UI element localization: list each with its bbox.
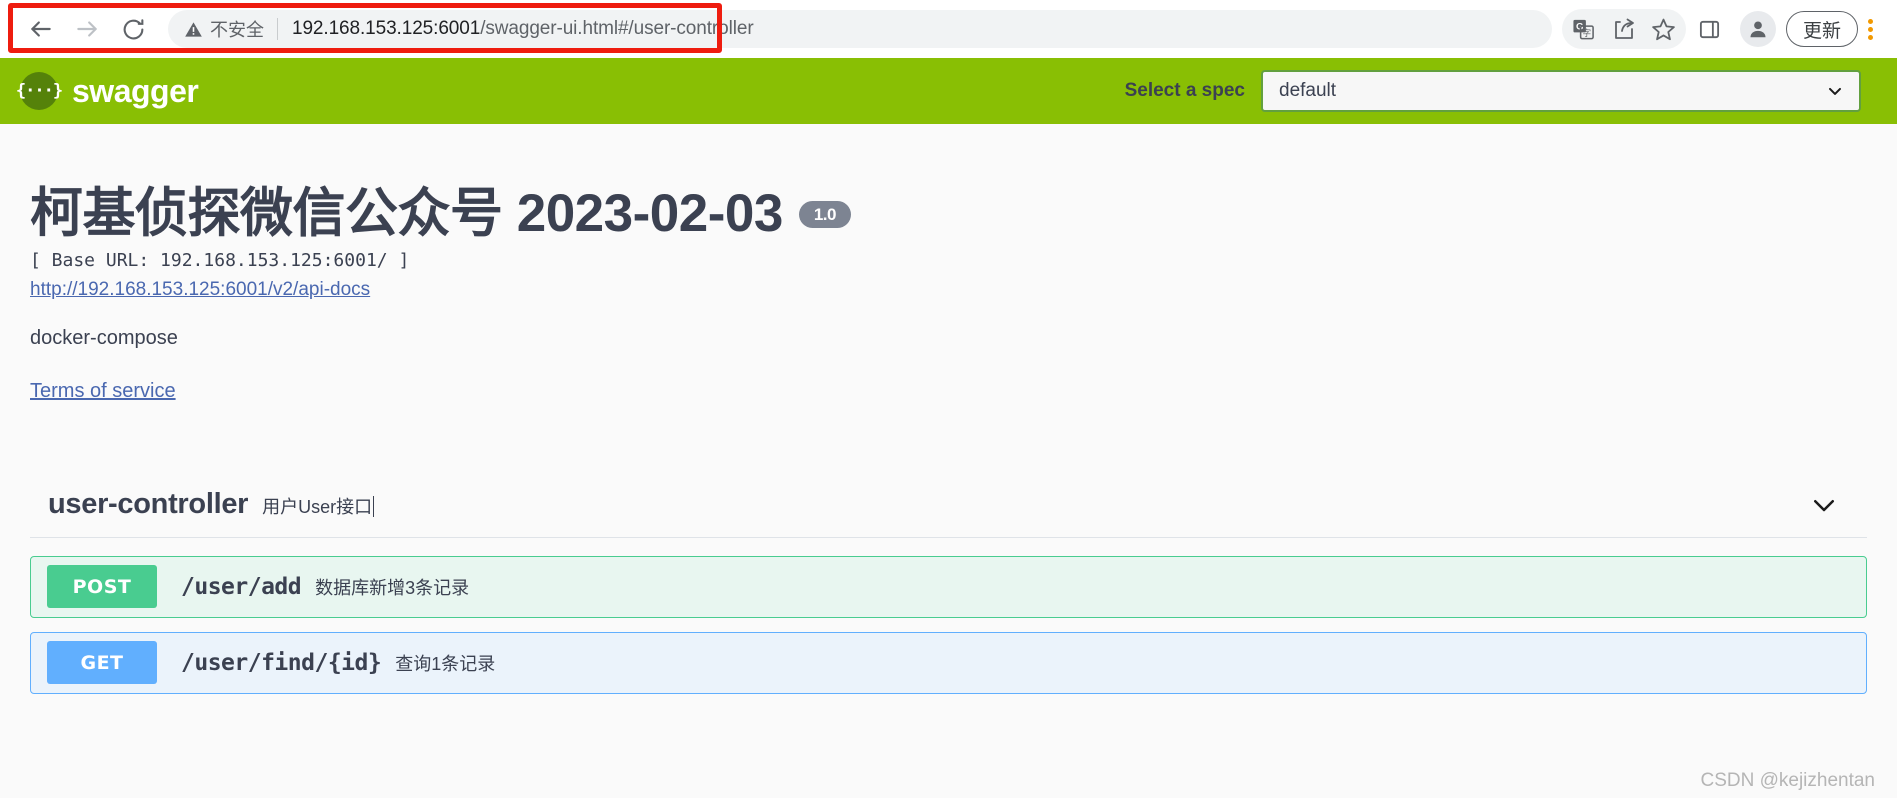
reload-icon [123,18,143,39]
kebab-dot [1868,18,1873,24]
swagger-brace-icon: {···} [16,72,63,110]
operations-list: POST /user/add 数据库新增3条记录 GET /user/find/… [30,555,1867,694]
warning-triangle-icon [185,21,202,37]
browser-toolbar: 不安全 192.168.153.125:6001/swagger-ui.html… [0,0,1897,58]
arrow-left-icon [31,21,51,37]
chrome-menu-button[interactable] [1862,18,1883,40]
spec-selector-group: Select a spec default [1125,70,1897,112]
spec-select[interactable]: default [1261,70,1861,112]
browser-action-pill: G 字 [1561,9,1686,49]
base-url: [ Base URL: 192.168.153.125:6001/ ] [30,249,410,271]
security-indicator[interactable]: 不安全 [184,18,278,40]
chevron-down-icon [1814,499,1834,511]
security-label: 不安全 [210,20,264,40]
operation-row-get-user-find[interactable]: GET /user/find/{id} 查询1条记录 [30,631,1867,694]
spec-select-value: default [1279,80,1337,101]
update-button[interactable]: 更新 [1785,11,1858,47]
swagger-logo-text: swagger [72,72,199,109]
arrow-right-icon [77,21,97,37]
update-label: 更新 [1802,20,1841,42]
navigation-buttons [8,8,154,50]
url-path: /swagger-ui.html#/user-controller [480,18,754,39]
share-icon [1615,18,1634,39]
api-title-row: 柯基侦探微信公众号 2023-02-03 1.0 [30,186,1867,242]
swagger-logo[interactable]: {···} swagger [16,72,199,110]
operation-path: /user/find/{id} [181,649,382,676]
api-info-block: 柯基侦探微信公众号 2023-02-03 1.0 [ Base URL: 192… [30,124,1867,403]
chevron-down-icon [1829,87,1841,95]
text-cursor [373,495,375,517]
spec-selector-label: Select a spec [1124,80,1245,101]
tag-header[interactable]: user-controller 用户User接口 [30,488,1867,538]
profile-button[interactable] [1739,11,1776,47]
method-badge-get: GET [47,641,157,685]
tag-name[interactable]: user-controller [48,488,248,521]
translate-button[interactable]: G 字 [1564,9,1604,49]
url-text[interactable]: 192.168.153.125:6001/swagger-ui.html#/us… [292,18,754,40]
page-title: 柯基侦探微信公众号 2023-02-03 [30,184,783,243]
translate-icon: G 字 [1573,19,1595,39]
side-panel-icon [1700,20,1720,38]
kebab-dot [1868,34,1873,40]
operation-summary: 数据库新增3条记录 [315,577,470,598]
tag-description-text: 用户User接口 [262,496,373,517]
watermark: CSDN @kejizhentan [1700,770,1875,791]
operation-row-post-user-add[interactable]: POST /user/add 数据库新增3条记录 [30,555,1867,618]
api-description: docker-compose [30,326,178,349]
address-bar[interactable]: 不安全 192.168.153.125:6001/swagger-ui.html… [168,10,1552,48]
url-host: 192.168.153.125:6001 [292,18,481,39]
browser-actions: G 字 更新 [1561,9,1889,49]
svg-text:字: 字 [1583,27,1592,38]
star-icon [1652,18,1676,40]
swagger-content: 柯基侦探微信公众号 2023-02-03 1.0 [ Base URL: 192… [0,124,1897,694]
swagger-topbar: {···} swagger Select a spec default [0,58,1897,124]
share-button[interactable] [1604,9,1644,49]
method-badge-post: POST [47,565,157,609]
tag-description: 用户User接口 [262,493,375,519]
back-button[interactable] [20,8,62,50]
profile-avatar-icon [1750,21,1766,38]
kebab-dot [1868,26,1873,32]
tag-expand-button[interactable] [1809,490,1839,525]
bookmark-button[interactable] [1644,9,1684,49]
operation-path: /user/add [181,573,302,600]
tag-section-user-controller: user-controller 用户User接口 POST /user/add … [30,488,1867,694]
terms-of-service-link[interactable]: Terms of service [30,380,176,403]
api-version-badge: 1.0 [798,200,851,228]
operation-summary: 查询1条记录 [395,653,496,674]
reload-button[interactable] [112,8,154,50]
page-root: 不安全 192.168.153.125:6001/swagger-ui.html… [0,0,1897,798]
side-panel-button[interactable] [1690,9,1730,49]
api-docs-link[interactable]: http://192.168.153.125:6001/v2/api-docs [30,279,370,301]
forward-button[interactable] [66,8,108,50]
